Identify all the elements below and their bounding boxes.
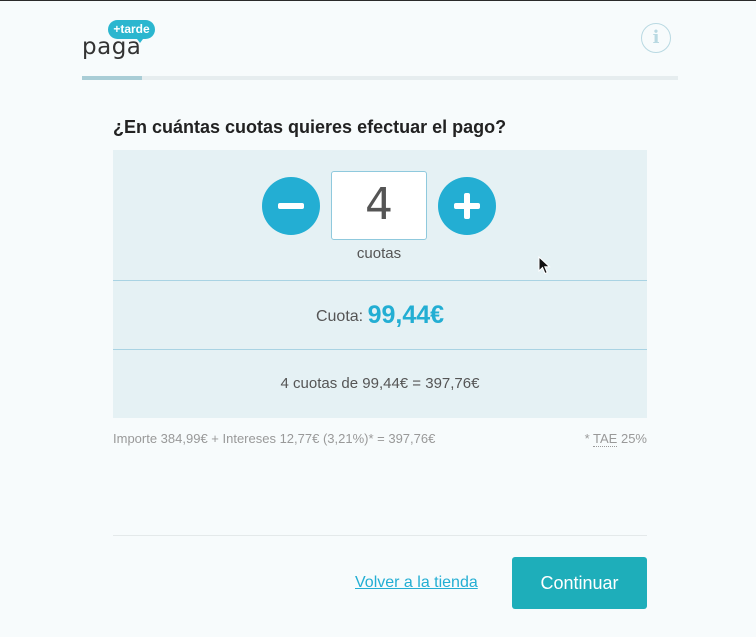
logo-word: paga bbox=[82, 34, 142, 60]
plus-icon-vertical bbox=[464, 193, 470, 219]
tae-prefix: * bbox=[584, 431, 594, 446]
increase-button[interactable] bbox=[438, 177, 496, 235]
minus-icon bbox=[278, 203, 304, 209]
installments-unit-label: cuotas bbox=[356, 245, 402, 262]
installment-amount-value: 99,44€ bbox=[367, 301, 445, 329]
installment-amount-label: Cuota: bbox=[315, 308, 364, 325]
installments-count-field[interactable]: 4 bbox=[331, 171, 427, 240]
page-title: ¿En cuántas cuotas quieres efectuar el p… bbox=[113, 117, 507, 137]
continue-button[interactable]: Continuar bbox=[512, 557, 647, 609]
amount-breakdown: Importe 384,99€ + Intereses 12,77€ (3,21… bbox=[113, 431, 436, 446]
decrease-button[interactable] bbox=[262, 177, 320, 235]
installments-total: 4 cuotas de 99,44€ = 397,76€ bbox=[280, 375, 480, 392]
footer-divider bbox=[113, 535, 647, 536]
installment-amount-row: Cuota: 99,44€ bbox=[113, 281, 647, 349]
progress-fill bbox=[82, 76, 142, 80]
info-icon[interactable]: i bbox=[641, 23, 671, 53]
tae-label[interactable]: TAE bbox=[593, 431, 618, 447]
window-top-border bbox=[0, 0, 756, 1]
progress-bar bbox=[82, 76, 678, 80]
brand-logo: +tarde paga bbox=[82, 20, 162, 62]
tae-note: * TAE 25% bbox=[584, 431, 647, 447]
tae-value: 25% bbox=[617, 431, 647, 446]
mouse-pointer-icon bbox=[538, 256, 551, 275]
back-to-store-link[interactable]: Volver a la tienda bbox=[355, 574, 478, 592]
installments-panel: 4 cuotas Cuota: 99,44€ 4 cuotas de 99,44… bbox=[113, 150, 647, 418]
